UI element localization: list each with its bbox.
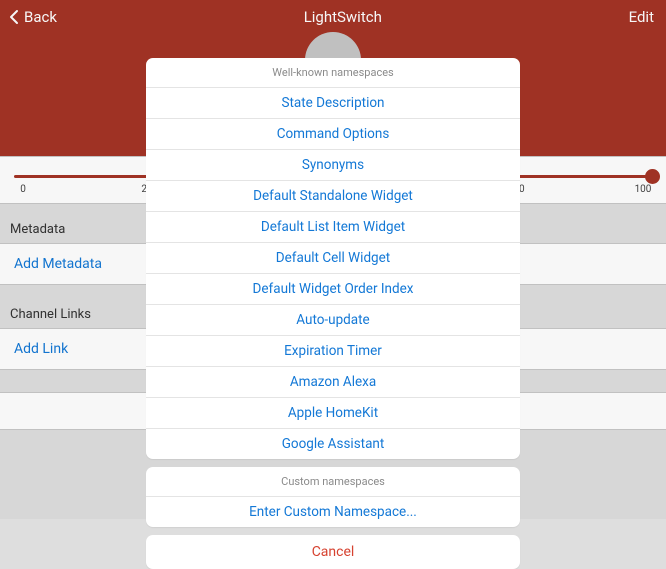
namespace-option[interactable]: Default Standalone Widget xyxy=(146,181,520,212)
namespace-option[interactable]: State Description xyxy=(146,88,520,119)
namespace-option[interactable]: Amazon Alexa xyxy=(146,367,520,398)
action-sheet: Well-known namespaces State DescriptionC… xyxy=(146,58,520,569)
namespace-option[interactable]: Default Widget Order Index xyxy=(146,274,520,305)
namespace-option[interactable]: Google Assistant xyxy=(146,429,520,459)
namespace-option[interactable]: Command Options xyxy=(146,119,520,150)
wellknown-namespaces-group: Well-known namespaces State DescriptionC… xyxy=(146,58,520,459)
custom-namespaces-group: Custom namespaces Enter Custom Namespace… xyxy=(146,467,520,527)
namespace-option[interactable]: Apple HomeKit xyxy=(146,398,520,429)
namespace-option[interactable]: Synonyms xyxy=(146,150,520,181)
namespace-option[interactable]: Default List Item Widget xyxy=(146,212,520,243)
custom-namespace-option[interactable]: Enter Custom Namespace... xyxy=(146,497,520,527)
namespace-option[interactable]: Auto-update xyxy=(146,305,520,336)
wellknown-header: Well-known namespaces xyxy=(146,58,520,88)
namespace-option[interactable]: Expiration Timer xyxy=(146,336,520,367)
cancel-button[interactable]: Cancel xyxy=(146,535,520,569)
custom-header: Custom namespaces xyxy=(146,467,520,497)
namespace-option[interactable]: Default Cell Widget xyxy=(146,243,520,274)
